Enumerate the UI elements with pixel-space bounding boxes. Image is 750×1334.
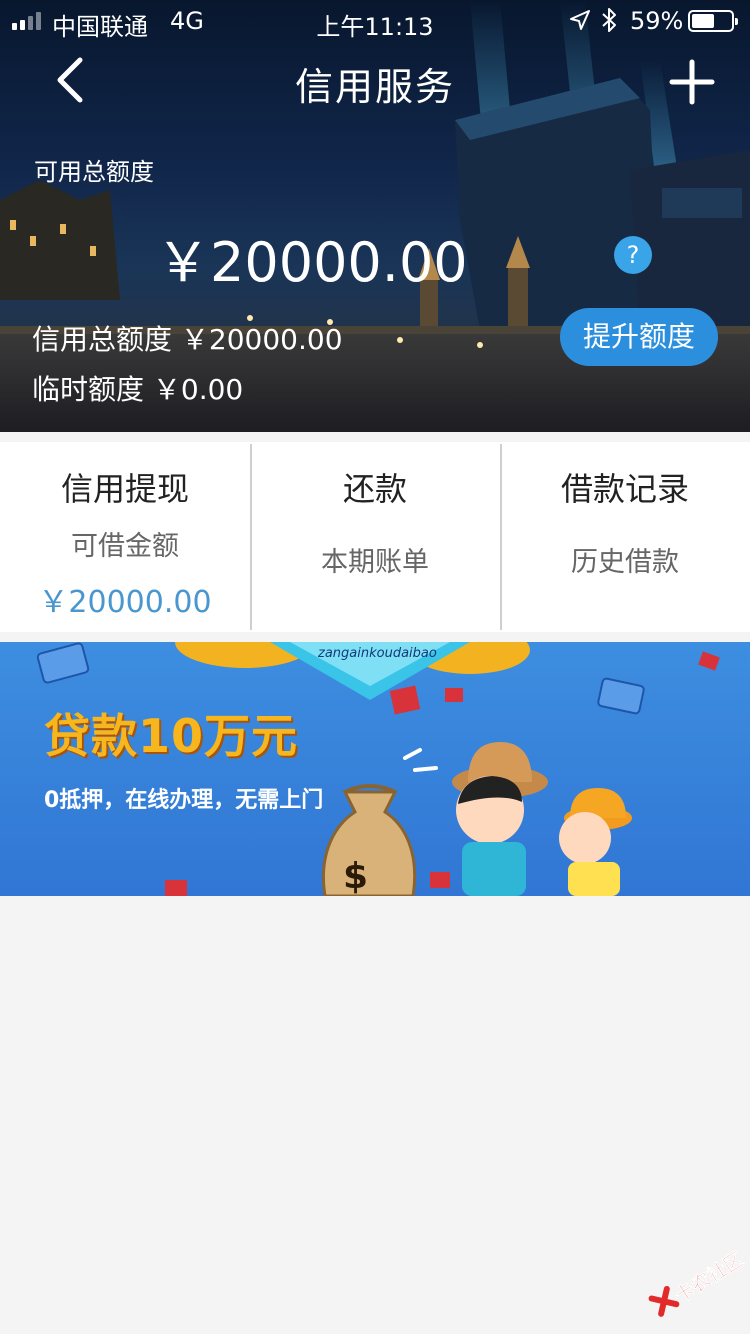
action-subtitle: 可借金额: [71, 531, 179, 562]
banner-title: 贷款10万元: [44, 709, 299, 763]
action-subtitle: 历史借款: [571, 547, 679, 578]
battery-level: [692, 14, 714, 28]
raise-limit-button[interactable]: 提升额度: [560, 308, 718, 366]
withdraw-cash-tile[interactable]: 信用提现 可借金额 ￥20000.00: [0, 442, 250, 632]
available-credit-label: 可用总额度: [34, 158, 154, 186]
banner-subtitle: 0抵押，在线办理，无需上门: [44, 788, 324, 813]
repayment-tile[interactable]: 还款 本期账单: [250, 442, 500, 632]
add-button[interactable]: [664, 54, 720, 110]
watermark-text: 卡农社区: [671, 1248, 748, 1308]
borrowable-amount: ￥20000.00: [38, 585, 212, 620]
banner-illustration: $: [36, 642, 720, 896]
action-grid: 信用提现 可借金额 ￥20000.00 还款 本期账单 借款记录 历史借款: [0, 442, 750, 632]
svg-text:$: $: [343, 856, 368, 896]
available-credit-amount: ￥20000.00: [156, 231, 468, 294]
action-subtitle: 本期账单: [321, 547, 429, 578]
loan-promo-banner[interactable]: $ zangainkoudaibao 贷款10万元 0抵押，在线办理，无需上门: [0, 642, 750, 896]
banner-pinyin: zangainkoudaibao: [318, 646, 437, 661]
temporary-credit-line: 临时额度 ￥0.00: [32, 373, 244, 406]
help-icon[interactable]: ?: [614, 236, 652, 274]
watermark: 卡农社区: [638, 1233, 750, 1334]
bluetooth-icon: [602, 8, 616, 32]
action-title: 信用提现: [60, 470, 189, 508]
credit-header: 中国联通 4G 上午11:13 59% 信用服务 可用总额度 ￥20000.00…: [0, 0, 750, 432]
action-title: 还款: [342, 470, 407, 508]
total-credit-line: 信用总额度 ￥20000.00: [32, 323, 343, 356]
loan-records-tile[interactable]: 借款记录 历史借款: [500, 442, 750, 632]
page-title: 信用服务: [294, 65, 455, 109]
action-title: 借款记录: [560, 470, 689, 508]
battery-icon: [688, 10, 738, 32]
location-icon: [570, 10, 590, 30]
battery-percent: 59%: [630, 7, 684, 35]
plus-icon: [669, 59, 715, 105]
status-bar: 中国联通 4G 上午11:13 59%: [0, 0, 750, 42]
